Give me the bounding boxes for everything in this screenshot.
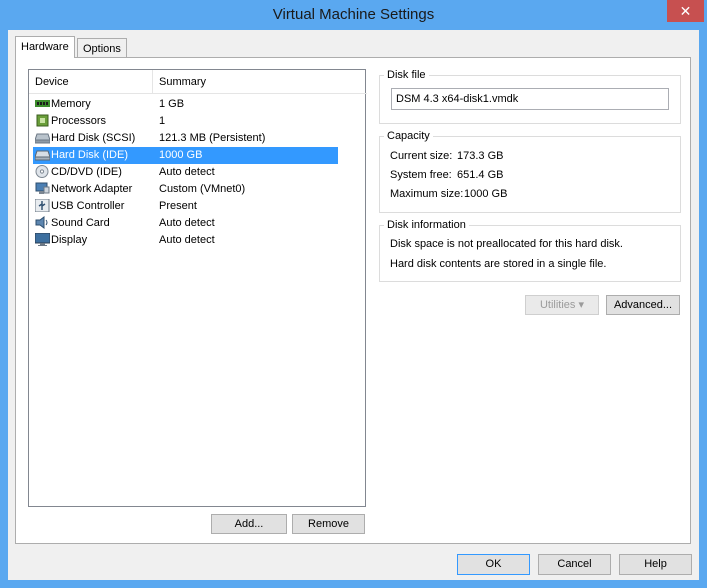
device-summary: 1 GB <box>159 98 185 110</box>
device-row-hard-disk-ide[interactable]: Hard Disk (IDE) 1000 GB <box>33 147 338 164</box>
hard-disk-icon <box>35 150 50 161</box>
cd-dvd-icon <box>35 165 49 178</box>
remove-button-label: Remove <box>308 518 349 530</box>
device-row-network-adapter[interactable]: Network Adapter Custom (VMnet0) <box>33 181 338 198</box>
tab-hardware-label: Hardware <box>21 41 69 53</box>
cancel-button[interactable]: Cancel <box>538 554 611 575</box>
hardware-tab-panel: Device Summary Memory 1 GB Processors 1 … <box>15 57 691 544</box>
system-free-label: System free: <box>390 169 452 181</box>
device-name: Hard Disk (IDE) <box>51 149 129 161</box>
hard-disk-icon <box>35 133 50 144</box>
disk-information-group-label: Disk information <box>384 219 469 231</box>
device-summary: 1 <box>159 115 166 127</box>
device-name: Memory <box>51 98 91 110</box>
device-name: Display <box>51 234 88 246</box>
column-header-device-label: Device <box>35 76 69 88</box>
device-summary: Auto detect <box>159 166 215 178</box>
device-name: USB Controller <box>51 200 125 212</box>
maximum-size-label: Maximum size: <box>390 188 464 200</box>
device-name: Hard Disk (SCSI) <box>51 132 136 144</box>
device-list[interactable]: Device Summary Memory 1 GB Processors 1 … <box>28 69 367 507</box>
device-name: Processors <box>51 115 107 127</box>
dropdown-arrow-icon: ▾ <box>578 299 585 311</box>
current-size-label: Current size: <box>390 150 453 162</box>
device-summary: Present <box>159 200 197 212</box>
add-button[interactable]: Add... <box>211 514 287 534</box>
add-button-label: Add... <box>234 518 264 530</box>
tab-options-label: Options <box>83 43 121 55</box>
column-header-summary-label: Summary <box>159 76 207 88</box>
maximum-size-value: 1000 GB <box>464 188 508 200</box>
close-icon: ✕ <box>679 3 692 19</box>
column-header-summary[interactable]: Summary <box>153 70 367 94</box>
disk-info-line-2: Hard disk contents are stored in a singl… <box>390 258 607 270</box>
current-size-value: 173.3 GB <box>457 150 504 162</box>
disk-information-group <box>379 225 681 282</box>
utilities-button[interactable]: Utilities ▾ <box>525 295 599 315</box>
device-name: CD/DVD (IDE) <box>51 166 122 178</box>
device-summary: Custom (VMnet0) <box>159 183 246 195</box>
device-row-usb-controller[interactable]: USB Controller Present <box>33 198 338 215</box>
network-adapter-icon <box>35 182 50 194</box>
device-name: Sound Card <box>51 217 110 229</box>
advanced-button-label: Advanced... <box>613 299 673 311</box>
column-header-device[interactable]: Device <box>29 70 153 94</box>
dialog-client-area: Hardware Options Device Summary Memory 1… <box>8 30 699 580</box>
title-bar[interactable]: Virtual Machine Settings ✕ <box>0 0 707 30</box>
window-title: Virtual Machine Settings <box>272 6 435 23</box>
device-row-display[interactable]: Display Auto detect <box>33 232 338 249</box>
device-row-sound-card[interactable]: Sound Card Auto detect <box>33 215 338 232</box>
system-free-value: 651.4 GB <box>457 169 504 181</box>
speaker-icon <box>35 216 48 229</box>
monitor-icon <box>35 233 50 246</box>
device-row-processors[interactable]: Processors 1 <box>33 113 338 130</box>
usb-icon <box>35 199 50 212</box>
device-summary: 1000 GB <box>159 149 203 161</box>
ok-button[interactable]: OK <box>457 554 530 575</box>
dialog-window: Virtual Machine Settings ✕ Hardware Opti… <box>0 0 707 588</box>
help-button-label: Help <box>644 558 667 570</box>
help-button[interactable]: Help <box>619 554 692 575</box>
device-row-cd-dvd[interactable]: CD/DVD (IDE) Auto detect <box>33 164 338 181</box>
device-row-memory[interactable]: Memory 1 GB <box>33 96 338 113</box>
ok-button-label: OK <box>485 558 502 570</box>
disk-info-line-1: Disk space is not preallocated for this … <box>390 238 623 250</box>
remove-button[interactable]: Remove <box>292 514 365 534</box>
processor-icon <box>36 114 49 127</box>
memory-icon <box>35 100 50 107</box>
device-summary: 121.3 MB (Persistent) <box>159 132 266 144</box>
cancel-button-label: Cancel <box>557 558 592 570</box>
disk-file-field[interactable]: DSM 4.3 x64-disk1.vmdk <box>391 88 669 110</box>
disk-file-value: DSM 4.3 x64-disk1.vmdk <box>396 93 519 105</box>
utilities-button-label: Utilities <box>539 299 576 311</box>
tab-hardware[interactable]: Hardware <box>15 36 75 58</box>
capacity-group-label: Capacity <box>384 130 433 142</box>
device-summary: Auto detect <box>159 217 215 229</box>
device-summary: Auto detect <box>159 234 215 246</box>
close-button[interactable]: ✕ <box>667 0 704 22</box>
device-name: Network Adapter <box>51 183 133 195</box>
disk-file-group-label: Disk file <box>384 69 429 81</box>
advanced-button[interactable]: Advanced... <box>606 295 680 315</box>
device-row-hard-disk-scsi[interactable]: Hard Disk (SCSI) 121.3 MB (Persistent) <box>33 130 338 147</box>
tab-options[interactable]: Options <box>77 38 127 58</box>
